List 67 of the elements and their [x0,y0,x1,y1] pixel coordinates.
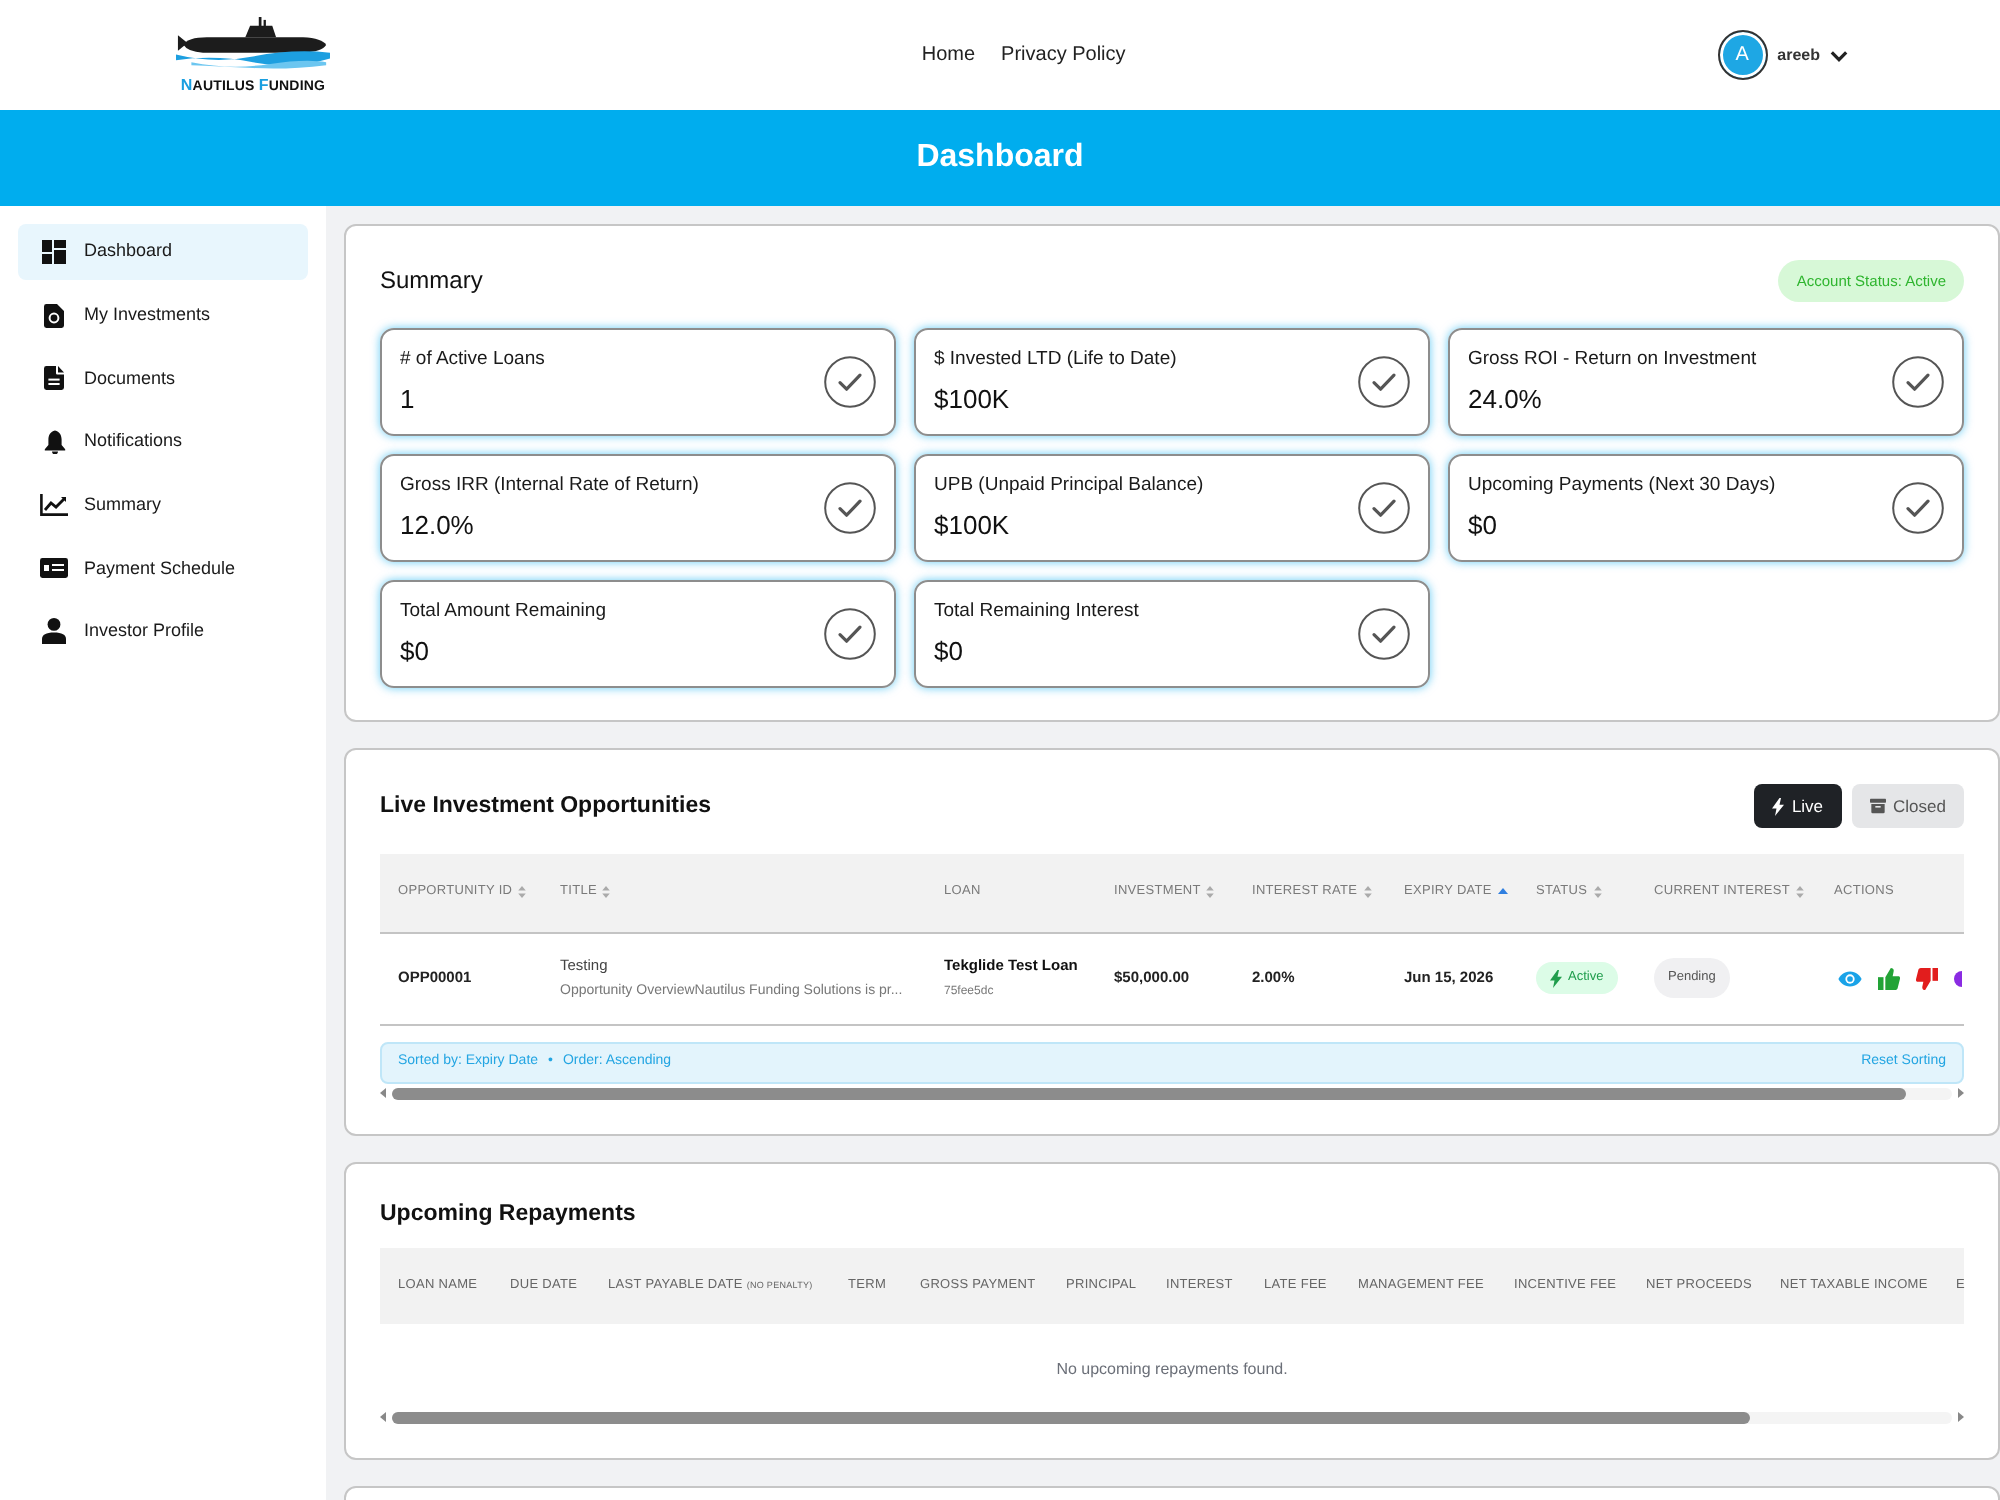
stat-label: $ Invested LTD (Life to Date) [934,348,1177,372]
check-circle-icon [824,356,876,408]
bell-icon [43,429,65,454]
sidebar-item[interactable]: Summary [18,477,308,534]
user-menu-button[interactable]: A areeb [1717,30,1848,80]
sort-icon[interactable] [1363,885,1372,898]
check-circle-icon [1892,356,1944,408]
sort-icon[interactable] [1593,885,1602,898]
filter-button[interactable]: Closed [1851,784,1964,828]
check-circle-icon [824,608,876,660]
stat-label: # of Active Loans [400,348,545,372]
stat-value: 1 [400,384,417,416]
avatar: A [1717,30,1768,80]
sidebar-item[interactable]: Dashboard [18,224,308,280]
document-icon [44,366,64,391]
archive-icon [1869,798,1886,814]
stat-value: $0 [1468,510,1499,542]
coin-document-icon [44,303,64,328]
card-title: Upcoming Repayments [380,1199,636,1229]
sidebar-item[interactable]: Payment Schedule [18,540,308,597]
dashboard-icon [42,240,66,264]
check-circle-icon [1358,482,1410,534]
user-icon [42,618,66,645]
scroll-left-icon[interactable] [380,1412,386,1422]
stat-value: $0 [400,636,431,668]
stat-value: $100K [934,384,1012,416]
card-title: Live Investment Opportunities [380,792,711,822]
eye-icon[interactable] [1838,969,1862,987]
sidebar-item[interactable]: Investor Profile [18,603,308,660]
empty-message: No upcoming repayments found. [1056,1359,1288,1377]
lightning-icon [1550,969,1562,987]
card-title: Summary [380,264,483,296]
stat-label: Gross ROI - Return on Investment [1468,348,1757,372]
stat-value: 24.0% [1468,384,1544,416]
lightning-icon [1771,797,1784,815]
scroll-left-icon[interactable] [380,1088,386,1098]
check-circle-icon [824,482,876,534]
stat-value: $100K [934,510,1012,542]
stat-label: UPB (Unpaid Principal Balance) [934,474,1204,498]
scroll-right-icon[interactable] [1958,1088,1964,1098]
line-chart-icon [40,494,68,517]
nav-link[interactable]: Home [921,40,976,70]
thumbs-down-icon[interactable] [1916,967,1938,989]
check-circle-icon [1358,608,1410,660]
sort-icon[interactable] [1206,885,1215,898]
sort-icon[interactable] [1796,885,1805,898]
sidebar-item[interactable]: My Investments [18,287,308,344]
page-title: Dashboard [916,138,1084,178]
payment-card-icon [40,558,68,579]
scroll-right-icon[interactable] [1958,1412,1964,1422]
chevron-down-icon [1829,49,1848,61]
stat-value: $0 [934,636,965,668]
check-circle-icon [1358,356,1410,408]
sort-icon[interactable] [602,885,611,898]
stat-label: Total Amount Remaining [400,600,606,624]
stat-label: Gross IRR (Internal Rate of Return) [400,474,699,498]
sidebar-item[interactable]: Notifications [18,413,308,470]
stat-value: 12.0% [400,510,476,542]
sort-icon[interactable] [518,885,527,898]
thumbs-up-icon[interactable] [1878,967,1900,989]
stat-label: Upcoming Payments (Next 30 Days) [1468,474,1776,498]
stat-label: Total Remaining Interest [934,600,1139,624]
sort-ascending-icon[interactable] [1497,888,1508,895]
sidebar-item[interactable]: Documents [18,350,308,407]
nav-link[interactable]: Privacy Policy [1001,40,1126,70]
filter-button[interactable]: Live [1753,784,1842,828]
check-circle-icon [1892,482,1944,534]
